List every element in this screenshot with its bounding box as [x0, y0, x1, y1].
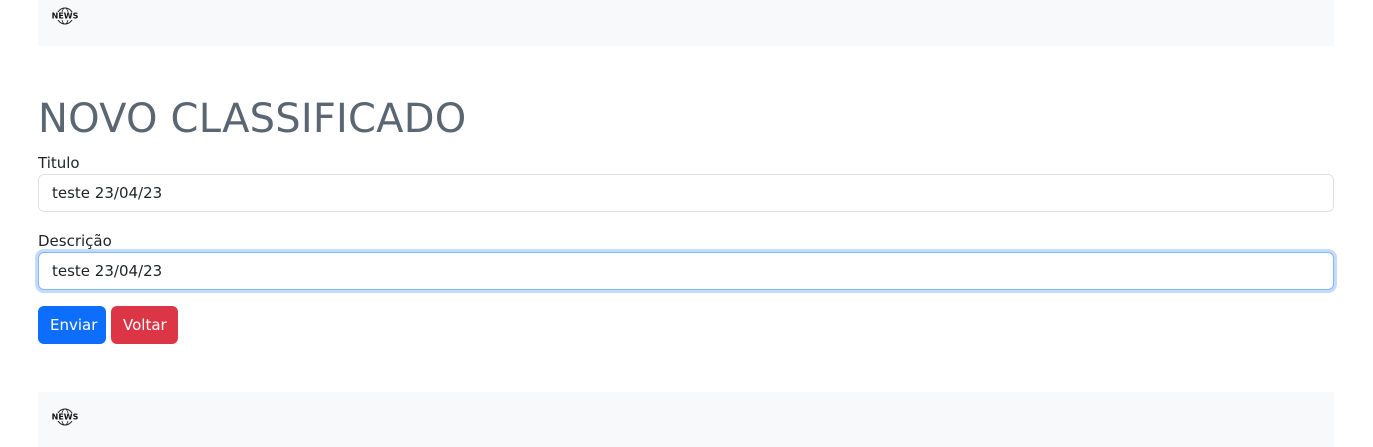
titulo-input[interactable] [38, 174, 1334, 212]
titulo-label: Titulo [38, 154, 80, 172]
svg-text:NEWS: NEWS [52, 413, 79, 422]
navbar: NEWS [38, 0, 1334, 46]
voltar-button[interactable]: Voltar [111, 306, 178, 344]
news-logo-icon[interactable]: NEWS [48, 6, 82, 26]
descricao-input[interactable] [38, 252, 1334, 290]
svg-text:NEWS: NEWS [52, 12, 79, 21]
enviar-button[interactable]: Enviar [38, 306, 106, 344]
news-logo-icon[interactable]: NEWS [48, 407, 82, 427]
page-title: NOVO CLASSIFICADO [38, 96, 467, 142]
footer: NEWS [38, 392, 1334, 447]
descricao-label: Descrição [38, 232, 112, 250]
